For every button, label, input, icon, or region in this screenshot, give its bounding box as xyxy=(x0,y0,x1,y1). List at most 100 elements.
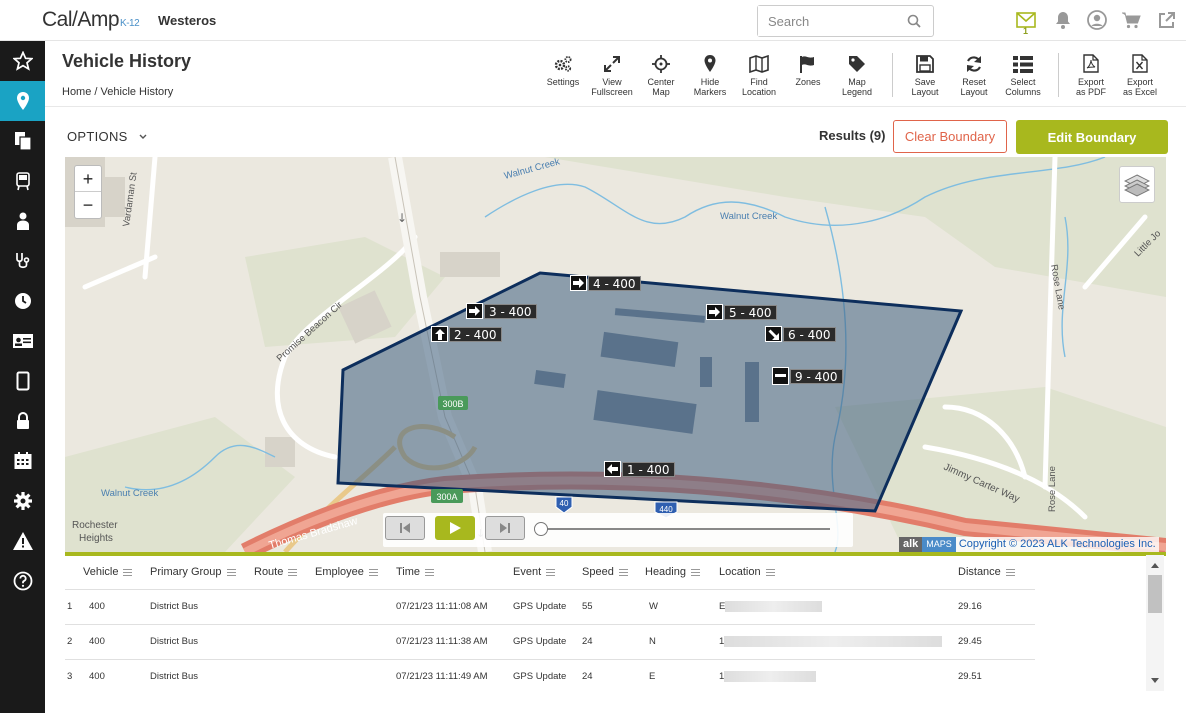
scroll-down-icon[interactable] xyxy=(1146,673,1164,687)
edit-boundary-button[interactable]: Edit Boundary xyxy=(1016,120,1168,154)
save-layout-button[interactable]: Save Layout xyxy=(901,53,949,97)
playback-controls xyxy=(383,513,853,547)
hide-markers-button[interactable]: Hide Markers xyxy=(686,53,734,97)
column-employee[interactable]: Employee xyxy=(315,556,396,589)
breadcrumb-current: Vehicle History xyxy=(100,86,174,98)
table-row[interactable]: 1 400 District Bus 07/21/23 11:11:08 AM … xyxy=(65,588,1035,624)
exit-300a-label: 300A xyxy=(436,492,457,502)
vehicle-marker-9[interactable]: 9 - 400 xyxy=(772,367,843,385)
warning-icon xyxy=(12,532,33,550)
expand-icon xyxy=(604,56,620,72)
arrow-right-icon xyxy=(466,303,483,319)
svg-text:↓: ↓ xyxy=(397,211,407,225)
top-bar: Cal/AmpK-12 Westeros 1 xyxy=(0,0,1186,41)
vehicle-marker-6[interactable]: 6 - 400 xyxy=(765,326,836,342)
map-legend-button[interactable]: Map Legend xyxy=(833,53,881,97)
tag-icon xyxy=(849,56,865,72)
toolbar-divider xyxy=(892,53,893,97)
calamp-logo[interactable]: Cal/AmpK-12 xyxy=(42,8,140,32)
external-link-icon[interactable] xyxy=(1155,9,1177,31)
map-label-walnut-creek: Walnut Creek xyxy=(720,211,777,222)
scrollbar-thumb[interactable] xyxy=(1148,575,1162,613)
layers-button[interactable] xyxy=(1119,166,1155,203)
column-vehicle[interactable]: Vehicle xyxy=(83,556,150,589)
play-icon xyxy=(450,522,461,534)
sidebar-item-tablet[interactable] xyxy=(0,361,45,401)
zoom-control: + − xyxy=(74,165,102,219)
map-attribution: alk MAPS Copyright © 2023 ALK Technologi… xyxy=(899,537,1159,552)
sidebar-item-id-card[interactable] xyxy=(0,321,45,361)
vehicle-marker-4[interactable]: 4 - 400 xyxy=(570,275,641,291)
sidebar-item-health[interactable] xyxy=(0,241,45,281)
chevron-down-icon xyxy=(139,134,147,139)
playback-slider-knob[interactable] xyxy=(534,522,548,536)
skip-forward-button[interactable] xyxy=(485,516,525,540)
sidebar-item-map[interactable] xyxy=(0,81,45,121)
sidebar-item-alerts[interactable] xyxy=(0,521,45,561)
table-row[interactable]: 3 400 District Bus 07/21/23 11:11:49 AM … xyxy=(65,658,1035,694)
message-count-badge: 1 xyxy=(1023,26,1029,36)
sidebar-item-bus[interactable] xyxy=(0,161,45,201)
options-dropdown[interactable]: OPTIONS xyxy=(67,129,148,144)
column-event[interactable]: Event xyxy=(513,556,582,589)
column-primary-group[interactable]: Primary Group xyxy=(150,556,254,589)
reset-layout-button[interactable]: Reset Layout xyxy=(950,53,998,97)
alk-logo: alk xyxy=(899,537,923,552)
scroll-up-icon[interactable] xyxy=(1146,559,1164,573)
column-speed[interactable]: Speed xyxy=(582,556,645,589)
arrow-right-icon xyxy=(706,304,723,320)
search-box[interactable] xyxy=(757,5,934,37)
vehicle-marker-2[interactable]: 2 - 400 xyxy=(431,326,502,342)
clear-boundary-button[interactable]: Clear Boundary xyxy=(893,120,1007,153)
interstate-40-label: 40 xyxy=(560,499,569,508)
view-fullscreen-button[interactable]: View Fullscreen xyxy=(588,53,636,97)
export-excel-button[interactable]: Export as Excel xyxy=(1116,53,1164,97)
help-icon xyxy=(13,571,32,591)
user-avatar-icon[interactable] xyxy=(1086,9,1108,31)
sidebar-item-help[interactable] xyxy=(0,561,45,601)
results-count: Results (9) xyxy=(819,128,886,143)
skip-back-button[interactable] xyxy=(385,516,425,540)
column-location[interactable]: Location xyxy=(719,556,958,589)
export-pdf-button[interactable]: Export as PDF xyxy=(1067,53,1115,97)
settings-button[interactable]: Settings xyxy=(539,53,587,87)
center-map-button[interactable]: Center Map xyxy=(637,53,685,97)
find-location-button[interactable]: Find Location xyxy=(735,53,783,97)
vehicle-marker-1[interactable]: 1 - 400 xyxy=(604,461,675,477)
column-distance[interactable]: Distance xyxy=(958,556,1035,589)
sidebar-item-student[interactable] xyxy=(0,201,45,241)
column-route[interactable]: Route xyxy=(254,556,315,589)
redacted-location xyxy=(724,671,817,683)
redacted-location xyxy=(725,600,823,612)
copyright-link[interactable]: Copyright © 2023 ALK Technologies Inc. xyxy=(955,537,1159,552)
play-button[interactable] xyxy=(435,516,475,540)
table-row[interactable]: 2 400 District Bus 07/21/23 11:11:38 AM … xyxy=(65,623,1035,659)
breadcrumb-home[interactable]: Home xyxy=(62,86,91,98)
search-icon[interactable] xyxy=(907,14,921,33)
sidebar-item-lock[interactable] xyxy=(0,401,45,441)
zoom-in-button[interactable]: + xyxy=(75,166,101,192)
layers-icon xyxy=(1124,173,1150,197)
cart-icon[interactable] xyxy=(1120,9,1142,31)
playback-slider-track[interactable] xyxy=(540,528,830,530)
search-input[interactable] xyxy=(758,6,898,36)
sidebar-item-history[interactable] xyxy=(0,281,45,321)
sidebar-item-reports[interactable] xyxy=(0,121,45,161)
map-marker-icon xyxy=(704,55,716,72)
sidebar-item-settings[interactable] xyxy=(0,481,45,521)
zones-button[interactable]: Zones xyxy=(784,53,832,87)
vehicle-marker-3[interactable]: 3 - 400 xyxy=(466,303,537,319)
column-heading[interactable]: Heading xyxy=(645,556,719,589)
excel-icon xyxy=(1132,54,1148,73)
sidebar-item-calendar[interactable] xyxy=(0,441,45,481)
select-columns-button[interactable]: Select Columns xyxy=(999,53,1047,97)
student-icon xyxy=(16,212,29,230)
sidebar-item-favorites[interactable] xyxy=(0,41,45,81)
zoom-out-button[interactable]: − xyxy=(75,192,101,218)
table-scrollbar[interactable] xyxy=(1146,555,1164,691)
bell-icon[interactable] xyxy=(1052,9,1074,31)
skip-forward-icon xyxy=(500,523,510,533)
column-time[interactable]: Time xyxy=(396,556,513,589)
vehicle-marker-5[interactable]: 5 - 400 xyxy=(706,304,777,320)
map-view[interactable]: Vardaman St Walnut Creek Walnut Creek Wa… xyxy=(65,157,1166,552)
